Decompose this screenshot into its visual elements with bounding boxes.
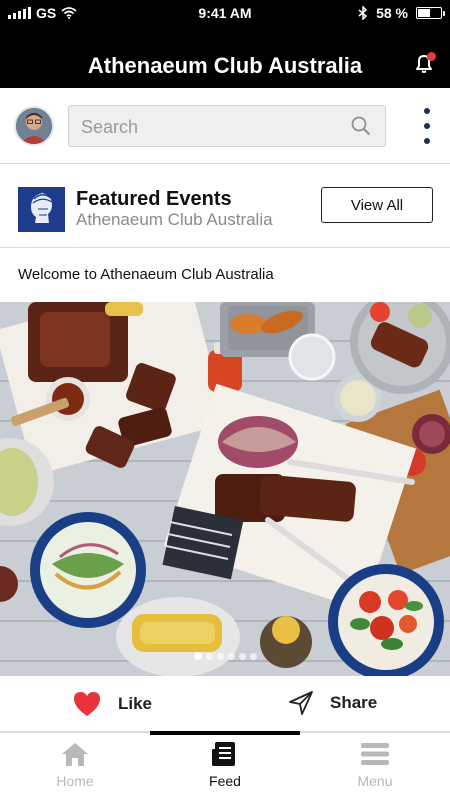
feed-icon — [212, 742, 235, 766]
page-title: Athenaeum Club Australia — [87, 53, 363, 78]
status-right: 58 % — [358, 5, 445, 21]
featured-subtitle: Athenaeum Club Australia — [76, 210, 273, 229]
notification-badge — [427, 52, 436, 61]
avatar-image — [16, 108, 52, 144]
home-icon — [62, 743, 88, 766]
carousel-dot[interactable] — [205, 652, 213, 660]
share-label: Share — [330, 693, 378, 712]
club-logo — [18, 187, 65, 232]
post-actions: Like Share — [0, 676, 450, 732]
nav-item-menu[interactable]: Menu — [300, 741, 450, 789]
post-text: Welcome to Athenaeum Club Australia — [18, 266, 274, 283]
search-input[interactable]: Search — [68, 105, 386, 147]
nav-item-feed[interactable]: Feed — [150, 741, 300, 789]
active-tab-indicator — [150, 731, 300, 735]
bbq-food-image — [0, 302, 450, 676]
nav-label-home: Home — [56, 773, 94, 789]
heart-icon — [74, 692, 100, 716]
search-row: Search — [0, 88, 450, 164]
carousel-dot[interactable] — [249, 652, 257, 660]
carousel-dot[interactable] — [193, 652, 202, 660]
battery-fill — [418, 9, 431, 17]
title-bar: Athenaeum Club Australia — [0, 26, 450, 88]
avatar[interactable] — [14, 106, 54, 146]
like-label: Like — [118, 694, 153, 713]
status-bar: GS 9:41 AM 58 % — [0, 0, 450, 26]
carousel-indicator — [0, 652, 450, 660]
like-button[interactable]: Like — [72, 690, 152, 718]
bluetooth-icon — [358, 6, 368, 20]
search-icon[interactable] — [351, 116, 371, 136]
post-image[interactable] — [0, 302, 450, 676]
carousel-dot[interactable] — [216, 652, 224, 660]
bottom-nav: Home Feed Menu — [0, 731, 450, 800]
menu-icon — [361, 743, 389, 765]
search-placeholder: Search — [81, 117, 139, 137]
nav-item-home[interactable]: Home — [0, 741, 150, 789]
more-options-icon[interactable] — [422, 108, 432, 144]
featured-title: Featured Events — [76, 188, 232, 210]
share-button[interactable]: Share — [288, 690, 377, 716]
nav-label-menu: Menu — [357, 773, 393, 789]
battery-icon — [416, 7, 445, 19]
view-all-button[interactable]: View All — [321, 187, 433, 223]
carousel-dot[interactable] — [227, 652, 235, 660]
share-icon — [289, 691, 313, 715]
featured-events-row: Featured Events Athenaeum Club Australia… — [0, 164, 450, 248]
nav-label-feed: Feed — [209, 773, 241, 789]
carousel-dot[interactable] — [238, 652, 246, 660]
battery-percent: 58 % — [376, 5, 408, 21]
